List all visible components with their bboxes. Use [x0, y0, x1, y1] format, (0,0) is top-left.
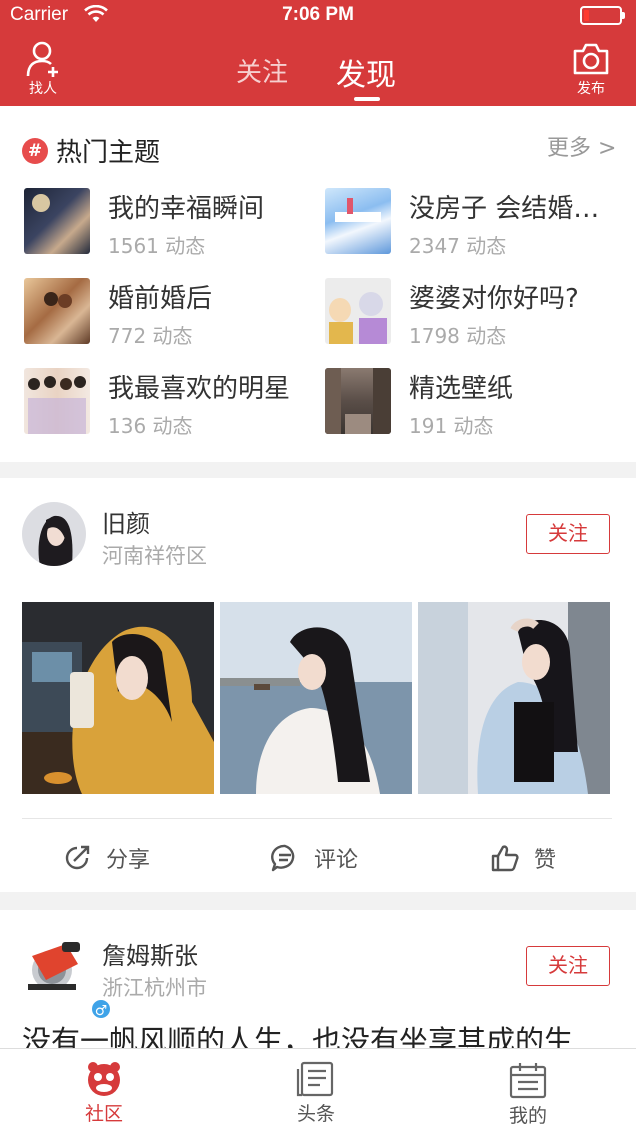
username[interactable]: 詹姆斯张 — [102, 936, 198, 971]
follow-button[interactable]: 关注 — [526, 514, 610, 554]
topic-name: 婚前婚后 — [108, 284, 213, 314]
like-button[interactable]: 赞 — [490, 840, 556, 876]
calendar-icon — [509, 1063, 547, 1099]
tab-discover[interactable]: 发现 — [336, 50, 396, 94]
topic-item[interactable]: 精选壁纸 191 动态 — [325, 368, 625, 438]
share-label: 分享 — [106, 848, 151, 873]
clock: 7:06 PM — [282, 4, 354, 25]
topic-thumbnail — [325, 368, 391, 434]
tab-mine-label: 我的 — [508, 1105, 547, 1127]
topic-name: 精选壁纸 — [409, 374, 514, 404]
tab-headlines-label: 头条 — [296, 1103, 335, 1125]
tab-mine[interactable]: 我的 — [468, 1049, 588, 1130]
topic-count: 1561 动态 — [108, 234, 206, 258]
topic-name: 我的幸福瞬间 — [108, 194, 265, 224]
topic-item[interactable]: 婚前婚后 772 动态 — [24, 278, 324, 348]
topic-item[interactable]: 婆婆对你好吗? 1798 动态 — [325, 278, 625, 348]
post-photo[interactable] — [220, 602, 412, 794]
camera-icon — [573, 43, 609, 75]
find-people-label: 找人 — [29, 81, 57, 97]
tab-community[interactable]: 社区 — [44, 1049, 164, 1130]
comment-icon — [271, 844, 295, 872]
more-link[interactable]: 更多 > — [547, 130, 616, 162]
post-photo[interactable] — [22, 602, 214, 794]
topic-thumbnail — [24, 278, 90, 344]
photo-image — [22, 602, 214, 794]
topic-count: 2347 动态 — [409, 234, 507, 258]
publish-label: 发布 — [577, 81, 605, 97]
top-header: Carrier 7:06 PM 找人 关注 发现 发布 — [0, 0, 636, 106]
bottom-tab-bar: 社区 头条 我的 — [0, 1048, 636, 1130]
hashtag-icon: # — [22, 138, 48, 164]
status-bar: Carrier 7:06 PM — [0, 0, 636, 32]
comment-label: 评论 — [314, 848, 359, 873]
hot-topics-section: # 热门主题 更多 > 我的幸福瞬间 1561 动态 没房子 会结婚吗？ 234… — [0, 106, 636, 462]
find-people-button[interactable]: 找人 — [20, 40, 66, 100]
news-icon — [296, 1061, 334, 1097]
topic-count: 191 动态 — [409, 414, 494, 438]
topic-thumbnail — [24, 368, 90, 434]
topic-count: 136 动态 — [108, 414, 193, 438]
share-button[interactable]: 分享 — [62, 840, 150, 876]
active-tab-indicator — [354, 97, 380, 101]
section-title: 热门主题 — [56, 138, 161, 168]
thumbs-up-icon — [491, 845, 519, 872]
publish-button[interactable]: 发布 — [568, 42, 614, 100]
avatar-image — [22, 934, 86, 998]
avatar[interactable] — [22, 502, 86, 566]
topic-count: 772 动态 — [108, 324, 193, 348]
tab-follow[interactable]: 关注 — [236, 52, 288, 89]
photo-image — [220, 602, 412, 794]
follow-button[interactable]: 关注 — [526, 946, 610, 986]
community-icon — [88, 1062, 120, 1096]
topic-item[interactable]: 没房子 会结婚吗？ 2347 动态 — [325, 188, 625, 258]
share-icon — [65, 845, 90, 870]
comment-button[interactable]: 评论 — [270, 840, 358, 876]
divider — [22, 818, 612, 819]
avatar[interactable]: ♂ — [22, 934, 112, 1020]
topic-count: 1798 动态 — [409, 324, 507, 348]
topic-name: 婆婆对你好吗? — [409, 284, 579, 314]
post-card: 旧颜 河南祥符区 关注 分享 评论 赞 — [0, 478, 636, 892]
post-photo[interactable] — [418, 602, 610, 794]
add-person-icon — [26, 41, 58, 77]
like-label: 赞 — [534, 848, 557, 873]
avatar-image — [22, 502, 86, 566]
topic-thumbnail — [325, 278, 391, 344]
location: 浙江杭州市 — [102, 976, 207, 1000]
tab-headlines[interactable]: 头条 — [256, 1049, 376, 1130]
topic-name: 我最喜欢的明星 — [108, 374, 291, 404]
topic-thumbnail — [325, 188, 391, 254]
topic-thumbnail — [24, 188, 90, 254]
topic-item[interactable]: 我的幸福瞬间 1561 动态 — [24, 188, 324, 258]
location: 河南祥符区 — [102, 544, 207, 568]
topic-item[interactable]: 我最喜欢的明星 136 动态 — [24, 368, 324, 438]
tab-community-label: 社区 — [84, 1103, 123, 1125]
topic-name: 没房子 会结婚吗？ — [409, 194, 623, 224]
battery-icon — [580, 6, 625, 25]
photo-image — [418, 602, 610, 794]
username[interactable]: 旧颜 — [102, 504, 150, 539]
post-card: ♂ 詹姆斯张 浙江杭州市 关注 没有一帆风顺的人生，也没有坐享其成的生 — [0, 910, 636, 1058]
